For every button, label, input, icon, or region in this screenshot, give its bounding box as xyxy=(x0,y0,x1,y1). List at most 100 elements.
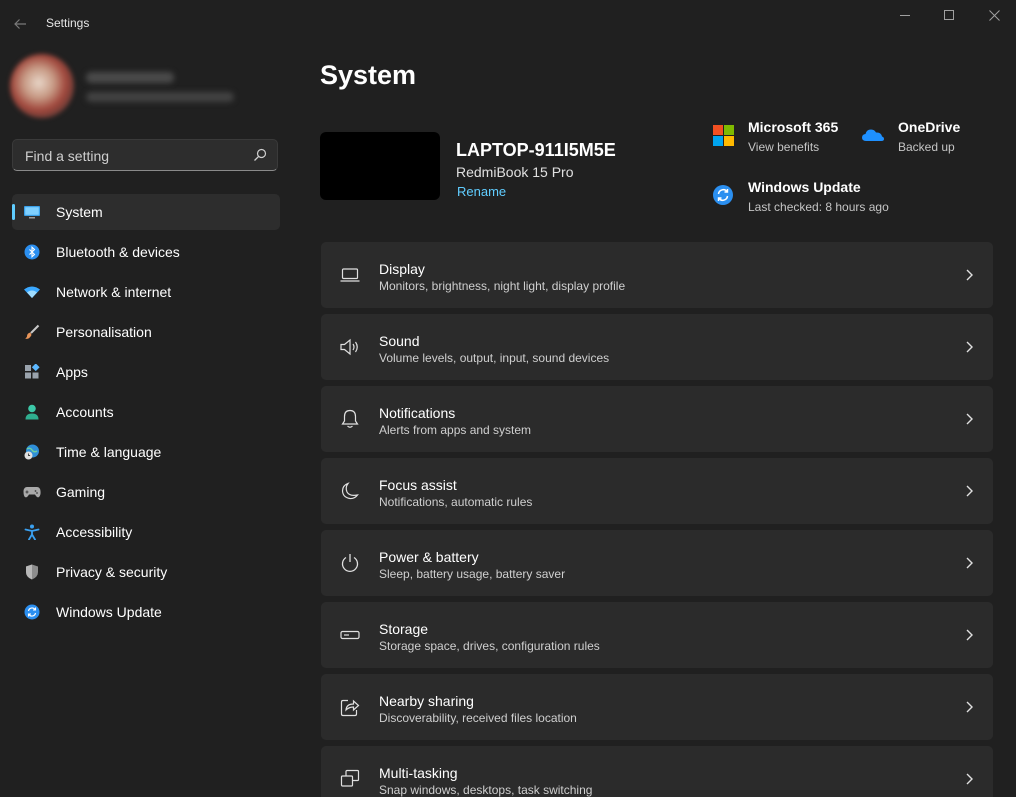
settings-card-display[interactable]: Display Monitors, brightness, night ligh… xyxy=(321,242,993,308)
drive-icon xyxy=(339,624,361,646)
sidebar-item-label: Bluetooth & devices xyxy=(56,244,180,260)
sidebar-item-system[interactable]: System xyxy=(12,194,280,230)
card-subtitle: Sleep, battery usage, battery saver xyxy=(379,567,566,581)
sidebar-item-bluetooth[interactable]: Bluetooth & devices xyxy=(12,234,280,270)
close-button[interactable] xyxy=(971,4,1016,26)
profile-email-redacted xyxy=(86,92,234,102)
settings-card-sound[interactable]: Sound Volume levels, output, input, soun… xyxy=(321,314,993,380)
sidebar-item-label: System xyxy=(56,204,103,220)
device-name: LAPTOP-911I5M5E xyxy=(456,140,616,160)
power-icon xyxy=(339,552,361,574)
back-button[interactable] xyxy=(10,14,30,34)
card-subtitle: Snap windows, desktops, task switching xyxy=(379,783,593,797)
chevron-right-icon xyxy=(966,773,973,785)
chevron-right-icon xyxy=(966,413,973,425)
quick-link-title: Windows Update xyxy=(748,179,861,195)
monitor-icon xyxy=(23,203,41,221)
card-subtitle: Alerts from apps and system xyxy=(379,423,532,437)
sidebar-item-apps[interactable]: Apps xyxy=(12,354,280,390)
card-title: Display xyxy=(379,261,425,277)
search-icon[interactable] xyxy=(253,148,267,162)
settings-card-nearby-sharing[interactable]: Nearby sharing Discoverability, received… xyxy=(321,674,993,740)
shield-icon xyxy=(23,563,41,581)
sidebar-item-accessibility[interactable]: Accessibility xyxy=(12,514,280,550)
sidebar-item-windows-update[interactable]: Windows Update xyxy=(12,594,280,630)
laptop-icon xyxy=(339,264,361,286)
sidebar-item-label: Gaming xyxy=(56,484,106,500)
sidebar-item-label: Network & internet xyxy=(56,284,172,300)
card-subtitle: Storage space, drives, configuration rul… xyxy=(379,639,600,653)
minimize-icon xyxy=(900,15,910,16)
quick-link-subtitle: Last checked: 8 hours ago xyxy=(748,200,889,214)
page-title: System xyxy=(320,60,417,90)
sidebar-item-time-language[interactable]: Time & language xyxy=(12,434,280,470)
card-title: Storage xyxy=(379,621,429,637)
card-title: Focus assist xyxy=(379,477,457,493)
microsoft-logo-icon xyxy=(713,125,734,146)
title-bar: Settings xyxy=(0,0,1016,46)
sidebar-item-label: Accounts xyxy=(56,404,114,420)
back-arrow-icon xyxy=(14,19,26,29)
settings-card-focus-assist[interactable]: Focus assist Notifications, automatic ru… xyxy=(321,458,993,524)
sidebar-item-accounts[interactable]: Accounts xyxy=(12,394,280,430)
cloud-icon xyxy=(862,129,884,141)
card-subtitle: Discoverability, received files location xyxy=(379,711,577,725)
chevron-right-icon xyxy=(966,557,973,569)
update-icon xyxy=(713,185,733,205)
search-box[interactable] xyxy=(12,139,278,172)
sidebar-item-label: Time & language xyxy=(56,444,162,460)
card-title: Power & battery xyxy=(379,549,479,565)
sidebar-item-label: Personalisation xyxy=(56,324,152,340)
sidebar-item-personalisation[interactable]: Personalisation xyxy=(12,314,280,350)
maximize-button[interactable] xyxy=(926,4,972,26)
update-icon xyxy=(23,603,41,621)
bluetooth-icon xyxy=(23,243,41,261)
card-title: Nearby sharing xyxy=(379,693,474,709)
accessibility-icon xyxy=(23,523,41,541)
active-indicator xyxy=(12,204,15,220)
brush-icon xyxy=(23,323,41,341)
quick-link-subtitle: View benefits xyxy=(748,140,820,154)
windows-stack-icon xyxy=(339,768,361,790)
search-input[interactable] xyxy=(23,140,247,172)
chevron-right-icon xyxy=(966,629,973,641)
settings-card-storage[interactable]: Storage Storage space, drives, configura… xyxy=(321,602,993,668)
quick-link-subtitle: Backed up xyxy=(898,140,955,154)
apps-icon xyxy=(23,363,41,381)
profile-name-redacted xyxy=(86,72,174,83)
sidebar-item-gaming[interactable]: Gaming xyxy=(12,474,280,510)
card-title: Notifications xyxy=(379,405,456,421)
maximize-icon xyxy=(944,10,954,20)
sidebar: System Bluetooth & devices Network & int… xyxy=(0,46,292,797)
device-model: RedmiBook 15 Pro xyxy=(456,164,574,180)
minimize-button[interactable] xyxy=(882,4,928,26)
bell-icon xyxy=(339,408,361,430)
settings-card-power-battery[interactable]: Power & battery Sleep, battery usage, ba… xyxy=(321,530,993,596)
share-icon xyxy=(339,696,361,718)
settings-card-notifications[interactable]: Notifications Alerts from apps and syste… xyxy=(321,386,993,452)
settings-card-multi-tasking[interactable]: Multi-tasking Snap windows, desktops, ta… xyxy=(321,746,993,797)
sidebar-item-label: Windows Update xyxy=(56,604,162,620)
rename-link[interactable]: Rename xyxy=(457,184,506,199)
sidebar-item-label: Privacy & security xyxy=(56,564,168,580)
card-title: Multi-tasking xyxy=(379,765,458,781)
card-title: Sound xyxy=(379,333,420,349)
chevron-right-icon xyxy=(966,269,973,281)
sidebar-item-network[interactable]: Network & internet xyxy=(12,274,280,310)
avatar[interactable] xyxy=(10,54,74,118)
sidebar-item-label: Accessibility xyxy=(56,524,133,540)
quick-link-title: Microsoft 365 xyxy=(748,119,839,135)
moon-icon xyxy=(339,480,361,502)
sidebar-item-privacy-security[interactable]: Privacy & security xyxy=(12,554,280,590)
chevron-right-icon xyxy=(966,341,973,353)
globe-clock-icon xyxy=(23,443,41,461)
gamepad-icon xyxy=(23,483,41,501)
chevron-right-icon xyxy=(966,485,973,497)
device-thumbnail xyxy=(320,132,440,200)
card-subtitle: Volume levels, output, input, sound devi… xyxy=(379,351,610,365)
wifi-icon xyxy=(23,283,41,301)
card-subtitle: Monitors, brightness, night light, displ… xyxy=(379,279,626,293)
person-icon xyxy=(23,403,41,421)
sidebar-item-label: Apps xyxy=(56,364,88,380)
close-icon xyxy=(988,9,1000,21)
